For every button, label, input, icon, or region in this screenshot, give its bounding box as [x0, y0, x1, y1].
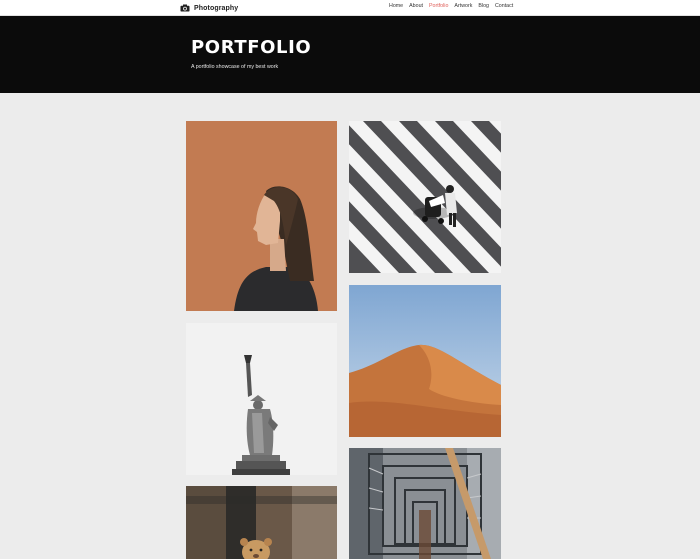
gallery-item-woman-portrait[interactable] — [186, 121, 337, 311]
crosswalk-stroller-image — [349, 121, 501, 273]
nav-home[interactable]: Home — [389, 3, 403, 10]
spiral-staircase-image — [349, 448, 501, 559]
gallery-item-lion-cub[interactable] — [186, 486, 337, 559]
woman-portrait-image — [186, 121, 337, 311]
lion-cub-image — [186, 486, 337, 559]
statue-of-liberty-image — [186, 323, 337, 475]
camera-icon — [180, 4, 190, 12]
hero-banner: PORTFOLIO A portfolio showcase of my bes… — [0, 16, 700, 93]
brand-logo-link[interactable]: Photography — [180, 2, 238, 14]
gallery-item-statue-of-liberty[interactable] — [186, 323, 337, 475]
sand-dune-image — [349, 285, 501, 437]
main-nav: Home About Portfolio Artwork Blog Contac… — [389, 3, 513, 10]
nav-portfolio[interactable]: Portfolio — [429, 3, 448, 10]
gallery-item-crosswalk-stroller[interactable] — [349, 121, 501, 273]
gallery-item-spiral-staircase[interactable] — [349, 448, 501, 559]
brand-name: Photography — [194, 4, 239, 12]
nav-artwork[interactable]: Artwork — [454, 3, 472, 10]
top-navbar: Photography Home About Portfolio Artwork… — [0, 0, 700, 16]
nav-about[interactable]: About — [409, 3, 423, 10]
nav-contact[interactable]: Contact — [495, 3, 513, 10]
nav-blog[interactable]: Blog — [478, 3, 489, 10]
page-subtitle: A portfolio showcase of my best work — [191, 64, 279, 70]
page-title: PORTFOLIO — [191, 37, 312, 58]
gallery-item-sand-dune[interactable] — [349, 285, 501, 437]
